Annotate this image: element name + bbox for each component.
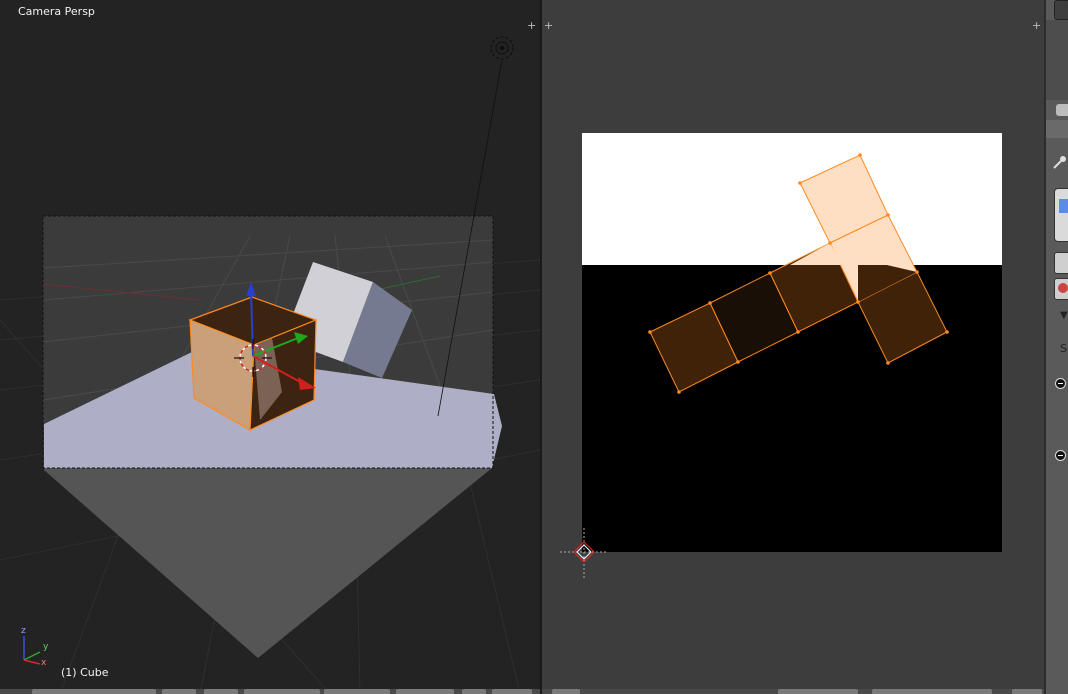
uv-header-image-button[interactable] [778,689,858,694]
uv-header-menu-button[interactable] [552,689,580,694]
axis-widget-icon [23,636,41,665]
uv-editor[interactable]: + + [540,0,1044,694]
header-render-button[interactable] [492,689,532,694]
corner-plus-icon[interactable]: + [527,19,536,32]
uv-header-browse-button[interactable] [872,689,992,694]
material-browse-button[interactable] [1054,278,1068,300]
header-shading-button[interactable] [204,689,238,694]
axis-z-label: z [21,626,26,636]
new-material-button[interactable] [1054,252,1068,274]
uv-editor-header[interactable] [542,689,1044,694]
3d-view-header[interactable] [0,689,540,694]
uv-canvas[interactable] [542,0,1044,694]
header-orientation-button[interactable] [324,689,390,694]
material-slot-list[interactable] [1054,188,1068,242]
corner-plus-icon-left[interactable]: + [544,19,553,32]
header-snap-button[interactable] [462,689,486,694]
header-menu-button[interactable] [32,689,156,694]
view-label: Camera Persp [18,5,95,18]
header-mode-button[interactable] [162,689,196,694]
context-tabs[interactable] [1046,120,1068,138]
header-select-mode-button[interactable] [396,689,454,694]
editor-type-button[interactable] [1054,0,1068,20]
header-pivot-button[interactable] [244,689,320,694]
image-white-region [582,133,1002,265]
properties-header [1046,20,1068,100]
material-preview-icon [1058,283,1068,293]
axis-x-label: x [41,658,47,668]
tab-button[interactable] [1056,104,1068,116]
properties-label: Su [1060,342,1068,355]
3d-viewport[interactable]: Camera Persp + (1) Cube z y x [0,0,540,694]
corner-plus-icon-right[interactable]: + [1032,19,1041,32]
3d-scene[interactable] [0,0,540,694]
remove-icon[interactable] [1055,378,1066,389]
remove-icon-2[interactable] [1055,450,1066,461]
axis-y-label: y [43,642,49,652]
material-slot-selected[interactable] [1059,199,1068,213]
properties-panel[interactable]: ▼ Su [1044,0,1068,694]
expand-triangle-icon[interactable]: ▼ [1060,310,1068,321]
uv-header-pin-button[interactable] [1012,689,1042,694]
object-label: (1) Cube [61,666,109,679]
